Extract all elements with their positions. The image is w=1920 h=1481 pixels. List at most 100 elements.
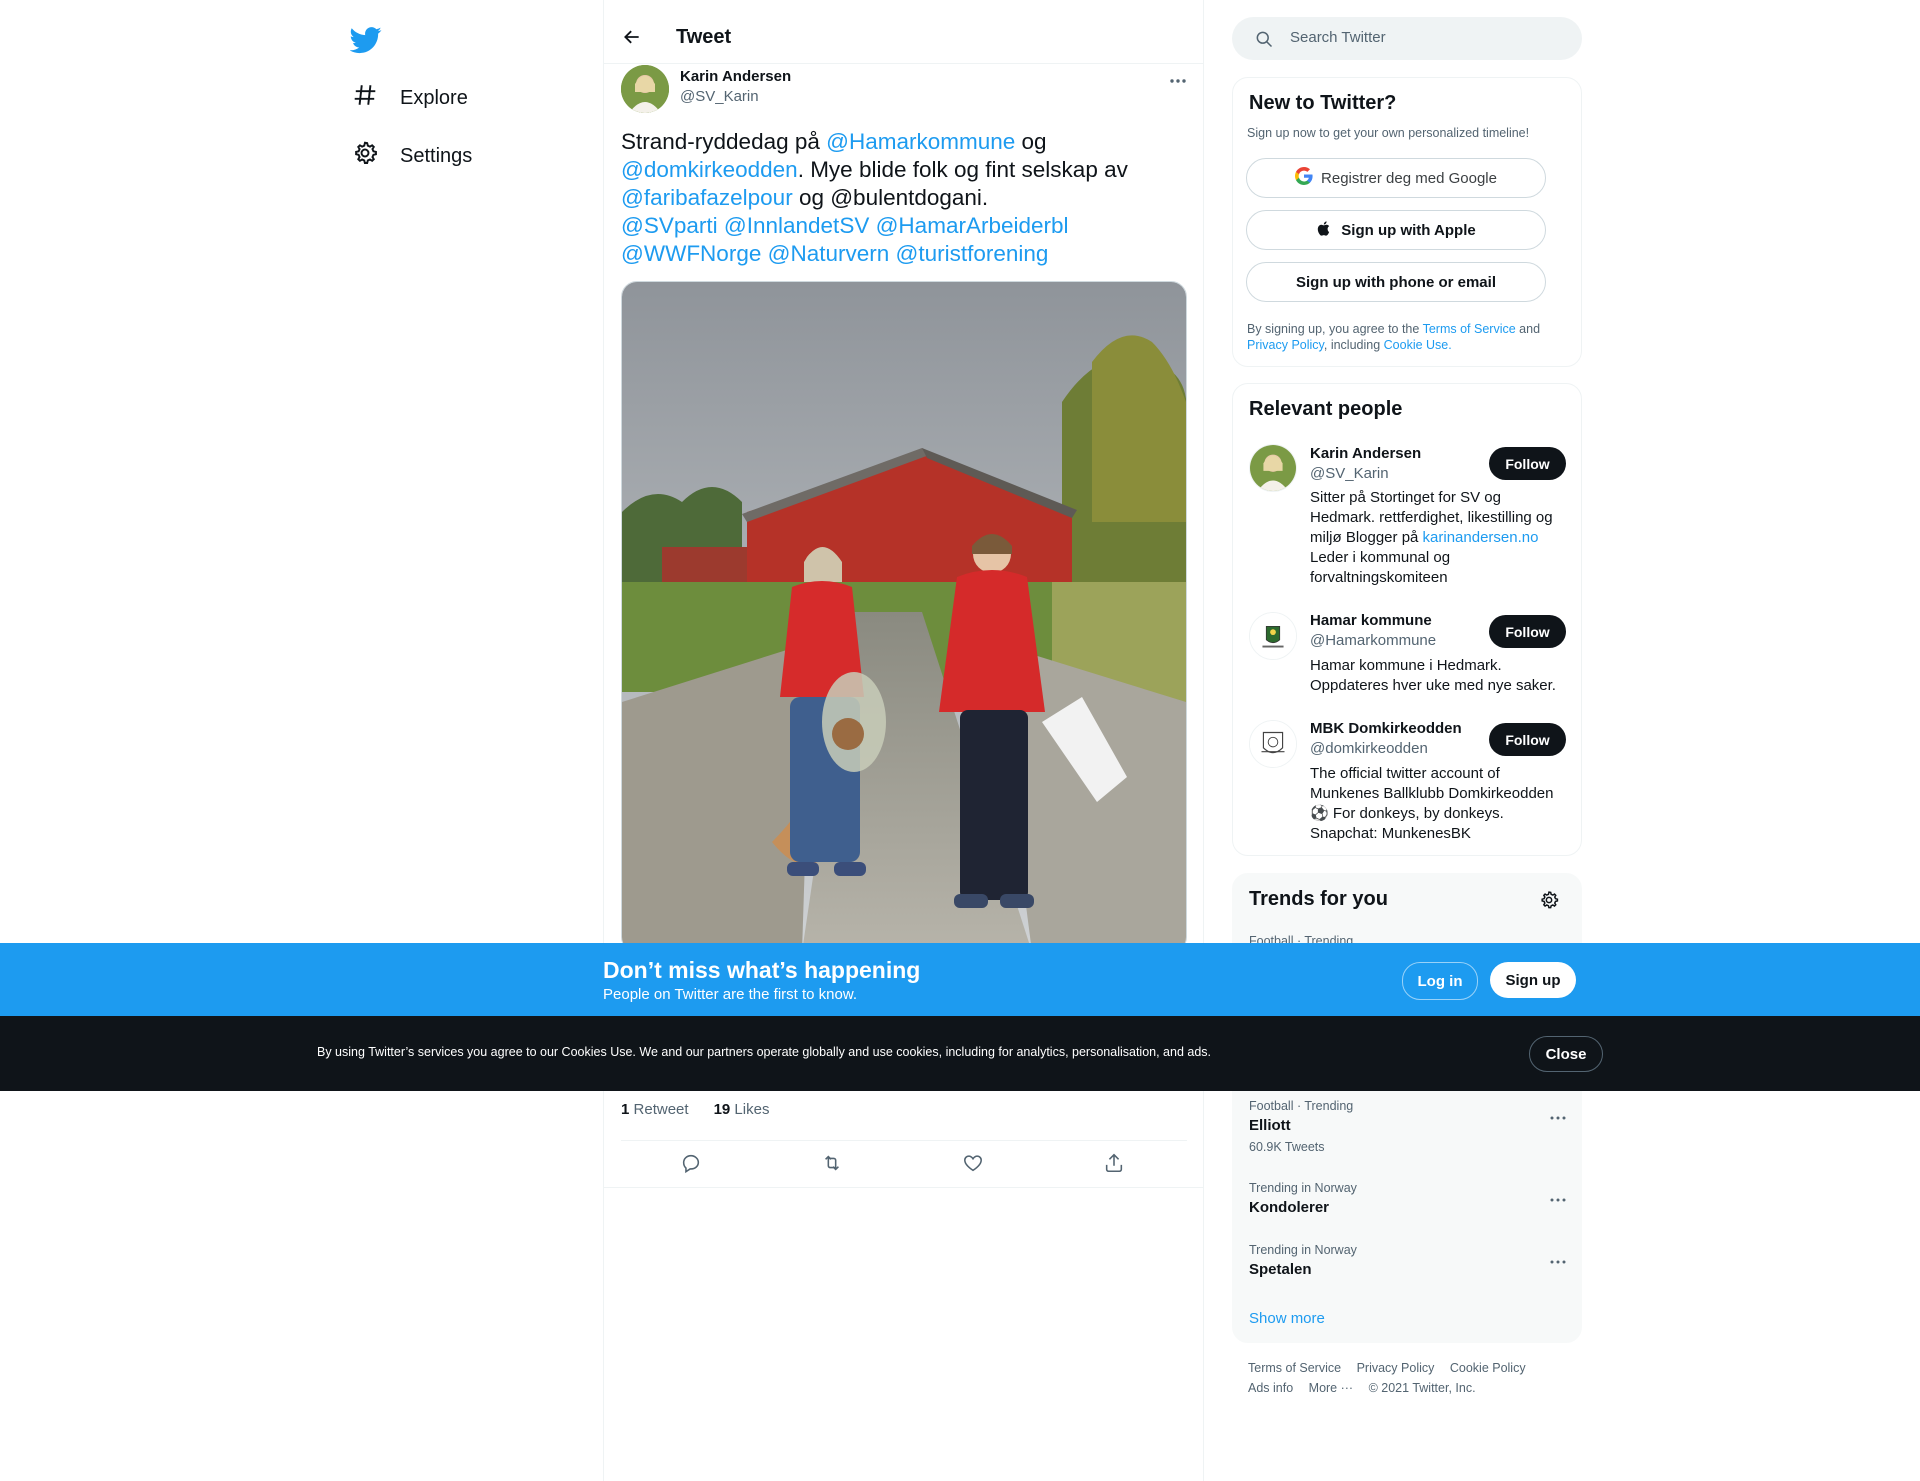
- new-to-twitter-subtitle: Sign up now to get your own personalized…: [1247, 126, 1530, 140]
- likes-count: 19: [713, 1101, 731, 1118]
- search-icon: [1254, 29, 1274, 49]
- search-input[interactable]: Search Twitter: [1232, 17, 1582, 60]
- signup-legal-note: By signing up, you agree to the Terms of…: [1247, 321, 1567, 353]
- mention-link[interactable]: @SVparti: [621, 213, 718, 238]
- signup-banner: Don’t miss what’s happening People on Tw…: [0, 943, 1920, 1016]
- footer-more-link[interactable]: More ···: [1309, 1381, 1353, 1395]
- trend-meta: Trending in Norway: [1249, 1243, 1357, 1257]
- trends-settings-gear-icon[interactable]: [1539, 890, 1559, 910]
- note-text: By signing up, you agree to the: [1247, 322, 1423, 336]
- mention-link[interactable]: @InnlandetSV: [724, 213, 869, 238]
- hashtag-icon: [352, 82, 378, 114]
- follow-button[interactable]: Follow: [1489, 615, 1566, 648]
- bio-text: For donkeys, by donkeys. Snapchat: Munke…: [1310, 805, 1504, 842]
- more-options-icon[interactable]: [1549, 1190, 1567, 1202]
- cookie-use-link[interactable]: Cookie Use.: [1384, 338, 1452, 352]
- share-icon[interactable]: [1103, 1152, 1127, 1176]
- trend-name[interactable]: Elliott: [1249, 1117, 1291, 1134]
- privacy-link[interactable]: Privacy Policy: [1247, 338, 1324, 352]
- mention-link[interactable]: @Hamarkommune: [826, 129, 1015, 154]
- footer-ads-link[interactable]: Ads info: [1248, 1381, 1293, 1395]
- person-handle[interactable]: @Hamarkommune: [1310, 632, 1436, 649]
- author-avatar[interactable]: [621, 65, 669, 113]
- show-more-link[interactable]: Show more: [1249, 1310, 1325, 1327]
- main-column: Tweet Karin Andersen @SV_Karin Strand-ry…: [603, 0, 1204, 1481]
- page-title: Tweet: [676, 26, 732, 48]
- person-bio: Sitter på Stortinget for SV og Hedmark. …: [1310, 488, 1570, 588]
- avatar[interactable]: [1249, 612, 1297, 660]
- search-placeholder: Search Twitter: [1290, 29, 1386, 46]
- reply-icon[interactable]: [680, 1152, 704, 1176]
- login-button[interactable]: Log in: [1402, 962, 1478, 1000]
- mention-link[interactable]: @HamarArbeiderbl: [876, 213, 1069, 238]
- tweet-photo[interactable]: [621, 281, 1187, 953]
- apple-signup-button[interactable]: Sign up with Apple: [1246, 210, 1546, 250]
- nav-settings-label: Settings: [400, 144, 473, 167]
- apple-signup-label: Sign up with Apple: [1341, 221, 1476, 239]
- person-name[interactable]: Karin Andersen: [1310, 445, 1421, 462]
- footer-privacy-link[interactable]: Privacy Policy: [1357, 1361, 1435, 1375]
- mention-link[interactable]: @Naturvern: [768, 241, 890, 266]
- mention-link[interactable]: @domkirkeodden: [621, 157, 798, 182]
- bio-text: Leder i kommunal og forvaltningskomiteen: [1310, 549, 1451, 586]
- person-handle[interactable]: @domkirkeodden: [1310, 740, 1428, 757]
- soccer-ball-icon: ⚽: [1310, 805, 1329, 822]
- footer-cookie-link[interactable]: Cookie Policy: [1450, 1361, 1526, 1375]
- divider: [621, 1140, 1187, 1141]
- mention-link[interactable]: @faribafazelpour: [621, 185, 793, 210]
- follow-button[interactable]: Follow: [1489, 447, 1566, 480]
- tweet-text-part: . Mye blide folk og fint selskap av: [797, 157, 1128, 182]
- more-options-icon[interactable]: [1549, 1252, 1567, 1264]
- person-name[interactable]: MBK Domkirkeodden: [1310, 720, 1462, 737]
- avatar[interactable]: [1249, 444, 1297, 492]
- tweet-text-part: og: [1015, 129, 1047, 154]
- note-text: and: [1515, 322, 1541, 336]
- tweet-text: Strand-ryddedag på @Hamarkommune og @dom…: [621, 128, 1191, 268]
- cookie-text: By using Twitter’s services you agree to…: [317, 1045, 1212, 1059]
- trends-title: Trends for you: [1249, 888, 1388, 910]
- note-text: , including: [1323, 338, 1384, 352]
- trend-meta: Football · Trending: [1249, 1099, 1354, 1113]
- phone-signup-label: Sign up with phone or email: [1295, 273, 1496, 291]
- terms-link[interactable]: Terms of Service: [1423, 322, 1516, 336]
- trend-name[interactable]: Spetalen: [1249, 1261, 1312, 1278]
- likes-stat[interactable]: 19 Likes: [714, 1101, 770, 1118]
- google-signup-button[interactable]: Registrer deg med Google: [1246, 158, 1546, 198]
- gear-icon: [352, 140, 378, 172]
- author-name[interactable]: Karin Andersen: [680, 68, 791, 85]
- mention-link[interactable]: @turistforening: [896, 241, 1049, 266]
- likes-label: Likes: [734, 1101, 770, 1118]
- cookie-close-button[interactable]: Close: [1529, 1036, 1603, 1072]
- footer-copyright: © 2021 Twitter, Inc.: [1368, 1381, 1476, 1395]
- back-arrow-icon[interactable]: [622, 27, 642, 47]
- avatar[interactable]: [1249, 720, 1297, 768]
- banner-subtitle: People on Twitter are the first to know.: [603, 986, 858, 1003]
- new-to-twitter-card: New to Twitter? Sign up now to get your …: [1232, 77, 1582, 367]
- retweets-count: 1: [621, 1101, 630, 1118]
- follow-button[interactable]: Follow: [1489, 723, 1566, 756]
- banner-title: Don’t miss what’s happening: [603, 957, 921, 983]
- more-options-icon[interactable]: [1168, 72, 1188, 83]
- nav-settings[interactable]: Settings: [352, 134, 472, 178]
- cookie-banner: By using Twitter’s services you agree to…: [0, 1016, 1920, 1091]
- divider: [604, 1187, 1203, 1188]
- phone-email-signup-button[interactable]: Sign up with phone or email: [1246, 262, 1546, 302]
- tweet-stats: 1 Retweet 19 Likes: [621, 1101, 769, 1118]
- page-header: Tweet: [604, 0, 1203, 64]
- signup-button[interactable]: Sign up: [1490, 962, 1576, 998]
- retweet-icon[interactable]: [821, 1152, 845, 1176]
- person-handle[interactable]: @SV_Karin: [1310, 465, 1389, 482]
- person-name[interactable]: Hamar kommune: [1310, 612, 1432, 629]
- more-options-icon[interactable]: [1549, 1108, 1567, 1120]
- author-handle[interactable]: @SV_Karin: [680, 88, 759, 105]
- retweets-stat[interactable]: 1 Retweet: [621, 1101, 689, 1118]
- trend-name[interactable]: Kondolerer: [1249, 1199, 1329, 1216]
- twitter-bird-icon[interactable]: [349, 24, 382, 56]
- like-heart-icon[interactable]: [962, 1152, 986, 1176]
- google-signup-label: Registrer deg med Google: [1321, 169, 1497, 187]
- trend-meta: Trending in Norway: [1249, 1181, 1357, 1195]
- footer-terms-link[interactable]: Terms of Service: [1248, 1361, 1341, 1375]
- mention-link[interactable]: @WWFNorge: [621, 241, 761, 266]
- nav-explore[interactable]: Explore: [352, 76, 468, 120]
- bio-link[interactable]: karinandersen.no: [1423, 529, 1539, 546]
